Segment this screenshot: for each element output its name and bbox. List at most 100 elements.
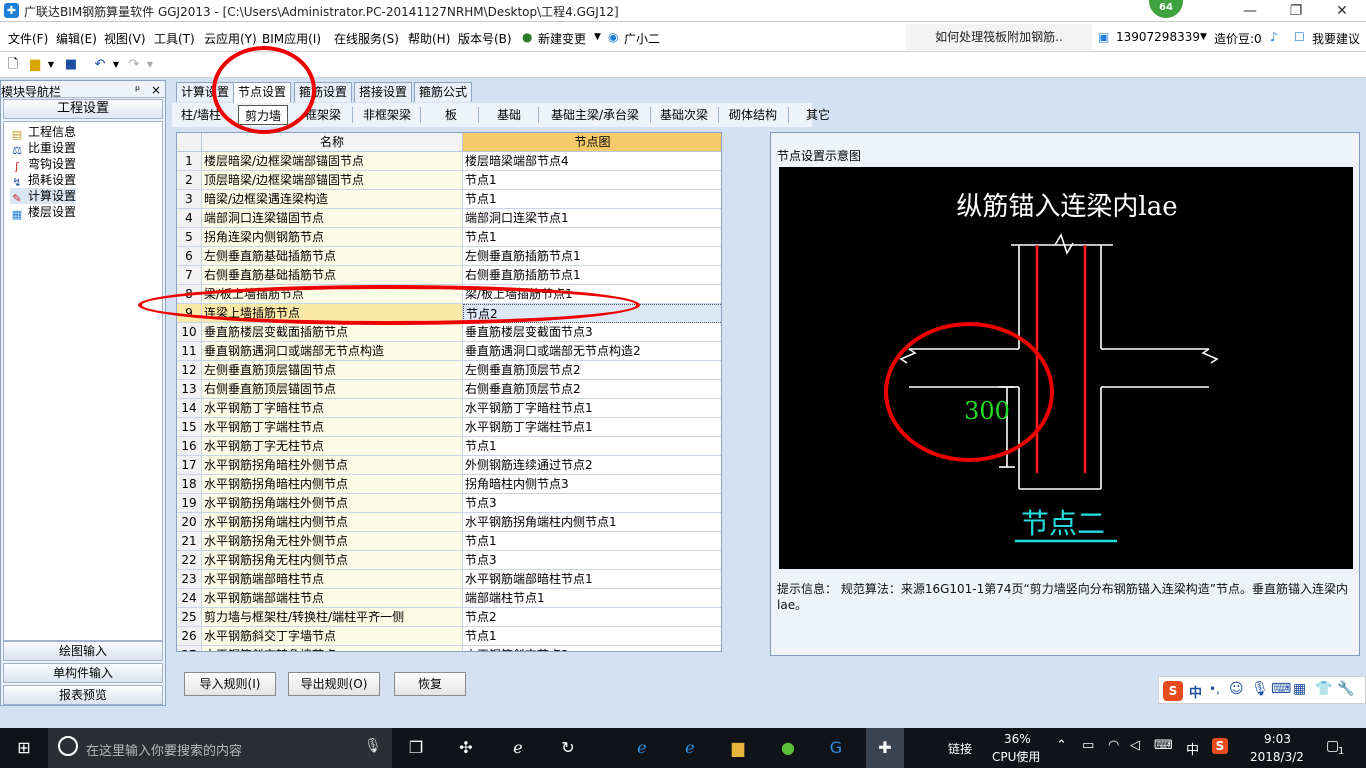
table-row[interactable]: 7 右侧垂直筋基础插筋节点 右侧垂直筋插筋节点1 [177, 266, 721, 285]
glodon-app-icon[interactable]: ✚ [866, 728, 904, 768]
row-node[interactable]: 节点3 [463, 551, 721, 570]
table-row[interactable]: 5 拐角连梁内侧钢筋节点 节点1 [177, 228, 721, 247]
table-row[interactable]: 22 水平钢筋拐角无柱内侧节点 节点3 [177, 551, 721, 570]
menu-version[interactable]: 版本号(B) [458, 30, 512, 47]
table-row[interactable]: 3 暗梁/边框梁遇连梁构造 节点1 [177, 190, 721, 209]
g-app-icon[interactable]: G [824, 736, 848, 760]
row-node[interactable]: 外侧钢筋连续通过节点2 [463, 456, 721, 475]
row-node[interactable]: 垂直筋楼层变截面节点3 [463, 323, 721, 342]
nav-item-loss[interactable]: ↯ 损耗设置 [10, 172, 76, 189]
coin-count[interactable]: 造价豆:0 [1214, 30, 1262, 47]
table-row[interactable]: 1 楼层暗梁/边框梁端部锚固节点 楼层暗梁端部节点4 [177, 152, 721, 171]
row-node[interactable]: 节点1 [463, 228, 721, 247]
nav-section-title[interactable]: 工程设置 [3, 99, 163, 119]
subtab-masonry[interactable]: 砌体结构 [724, 105, 782, 125]
table-row[interactable]: 27水平钢筋斜交转角墙节点水平钢筋斜交节点3 [177, 646, 721, 651]
chevron-down-icon[interactable]: ▼ [43, 57, 59, 73]
wrench-icon[interactable]: 🔧 [1337, 681, 1354, 697]
row-node[interactable]: 节点1 [463, 190, 721, 209]
chevron-down-icon[interactable]: ▼ [108, 57, 124, 73]
row-node[interactable]: 左侧垂直筋插筋节点1 [463, 247, 721, 266]
taskbar-search[interactable]: 在这里输入你要搜索的内容 🎙 [48, 728, 392, 768]
table-row[interactable]: 11 垂直钢筋遇洞口或端部无节点构造 垂直筋遇洞口或端部无节点构造2 [177, 342, 721, 361]
close-button[interactable]: ✕ [1319, 0, 1365, 22]
wifi-icon[interactable]: ◠ [1108, 738, 1119, 753]
row-node[interactable]: 右侧垂直筋顶层节点2 [463, 380, 721, 399]
emoji-icon[interactable]: ☺ [1229, 681, 1244, 697]
menu-new-change[interactable]: 新建变更 [538, 30, 586, 47]
restore-button[interactable]: 恢复 [394, 672, 466, 696]
redo-icon[interactable]: ↷ [126, 57, 142, 73]
nav-item-calc[interactable]: ✎ 计算设置 [10, 188, 77, 205]
row-node[interactable]: 水平钢筋斜交节点3 [463, 646, 721, 651]
row-node[interactable]: 端部端柱节点1 [463, 589, 721, 608]
table-row[interactable]: 20 水平钢筋拐角端柱内侧节点 水平钢筋拐角端柱内侧节点1 [177, 513, 721, 532]
tab-stirrup-formula[interactable]: 箍筋公式 [414, 82, 473, 102]
table-row[interactable]: 10 垂直筋楼层变截面插筋节点 垂直筋楼层变截面节点3 [177, 323, 721, 342]
table-row[interactable]: 19 水平钢筋拐角端柱外侧节点 节点3 [177, 494, 721, 513]
table-row[interactable]: 2 顶层暗梁/边框梁端部锚固节点 节点1 [177, 171, 721, 190]
nav-item-floor[interactable]: ▦ 楼层设置 [10, 204, 76, 221]
microphone-icon[interactable]: 🎙 [364, 738, 382, 754]
windows-start-icon[interactable]: ⊞ [12, 736, 36, 760]
taskbar-lang[interactable]: 中 [1186, 739, 1199, 758]
edge-icon[interactable]: ℯ [630, 736, 654, 760]
suggest-link[interactable]: 我要建议 [1312, 30, 1360, 47]
internet-explorer-icon[interactable]: ℯ [678, 736, 702, 760]
nav-item-project-info[interactable]: ▤ 工程信息 [10, 124, 76, 141]
subtab-nonframe-beam[interactable]: 非框架梁 [358, 105, 416, 125]
keyboard-icon[interactable]: ⌨ [1271, 681, 1291, 697]
table-row[interactable]: 12 左侧垂直筋顶层锚固节点 左侧垂直筋顶层节点2 [177, 361, 721, 380]
close-icon[interactable]: × [151, 83, 161, 97]
table-row[interactable]: 4 端部洞口连梁锚固节点 端部洞口连梁节点1 [177, 209, 721, 228]
subtab-slab[interactable]: 板 [432, 105, 470, 125]
green-app-icon[interactable]: ● [776, 736, 800, 760]
row-node[interactable]: 水平钢筋丁字暗柱节点1 [463, 399, 721, 418]
table-row[interactable]: 14 水平钢筋丁字暗柱节点 水平钢筋丁字暗柱节点1 [177, 399, 721, 418]
app-swirl-icon[interactable]: ↻ [556, 736, 580, 760]
row-node[interactable]: 端部洞口连梁节点1 [463, 209, 721, 228]
table-row[interactable]: 23 水平钢筋端部暗柱节点 水平钢筋端部暗柱节点1 [177, 570, 721, 589]
promo-banner[interactable]: 如何处理筏板附加钢筋.. [906, 24, 1092, 50]
phone-number[interactable]: 13907298339 [1116, 30, 1200, 44]
row-node[interactable]: 节点2 [463, 608, 721, 627]
chevron-down-icon[interactable]: ▼ [142, 57, 158, 73]
ie-icon[interactable]: ℯ [506, 736, 530, 760]
import-rules-button[interactable]: 导入规则(I) [184, 672, 276, 696]
menu-assistant[interactable]: 广小二 [624, 30, 660, 47]
nav-item-weight[interactable]: ⚖ 比重设置 [10, 140, 76, 157]
maximize-button[interactable]: ❐ [1273, 0, 1319, 22]
table-row[interactable]: 18 水平钢筋拐角暗柱内侧节点 拐角暗柱内侧节点3 [177, 475, 721, 494]
keyboard-icon[interactable]: ⌨ [1154, 738, 1173, 753]
row-node[interactable]: 水平钢筋丁字端柱节点1 [463, 418, 721, 437]
row-node[interactable]: 拐角暗柱内侧节点3 [463, 475, 721, 494]
single-component-button[interactable]: 单构件输入 [3, 663, 163, 683]
chevron-down-icon[interactable]: ▼ [594, 32, 601, 42]
menu-cloud[interactable]: 云应用(Y) [204, 30, 257, 47]
menu-file[interactable]: 文件(F) [8, 30, 48, 47]
subtab-other[interactable]: 其它 [798, 105, 838, 125]
table-row[interactable]: 17 水平钢筋拐角暗柱外侧节点 外侧钢筋连续通过节点2 [177, 456, 721, 475]
subtab-foundation-secondary-beam[interactable]: 基础次梁 [656, 105, 712, 125]
report-preview-button[interactable]: 报表预览 [3, 685, 163, 705]
row-node[interactable]: 水平钢筋拐角端柱内侧节点1 [463, 513, 721, 532]
nav-item-hook[interactable]: ʃ 弯钩设置 [10, 156, 76, 173]
row-node[interactable]: 节点1 [463, 532, 721, 551]
sogou-tray-icon[interactable]: S [1212, 738, 1228, 754]
battery-icon[interactable]: ▭ [1082, 738, 1094, 753]
menu-bim[interactable]: BIM应用(I) [262, 30, 321, 47]
tab-lap-settings[interactable]: 搭接设置 [354, 82, 413, 102]
row-node[interactable]: 楼层暗梁端部节点4 [463, 152, 721, 171]
volume-icon[interactable]: ◁ [1130, 738, 1140, 753]
sogou-icon[interactable]: S [1163, 681, 1183, 701]
clock-time[interactable]: 9:03 [1264, 732, 1291, 746]
subtab-foundation[interactable]: 基础 [486, 105, 532, 125]
table-row[interactable]: 15 水平钢筋丁字端柱节点 水平钢筋丁字端柱节点1 [177, 418, 721, 437]
chevron-up-icon[interactable]: ⌃ [1056, 738, 1067, 753]
row-node[interactable]: 节点1 [463, 437, 721, 456]
fan-app-icon[interactable]: ✣ [454, 736, 478, 760]
row-node[interactable]: 左侧垂直筋顶层节点2 [463, 361, 721, 380]
open-folder-icon[interactable]: ▆ [27, 57, 43, 73]
chevron-down-icon[interactable]: ▼ [1200, 32, 1207, 42]
table-row[interactable]: 21 水平钢筋拐角无柱外侧节点 节点1 [177, 532, 721, 551]
